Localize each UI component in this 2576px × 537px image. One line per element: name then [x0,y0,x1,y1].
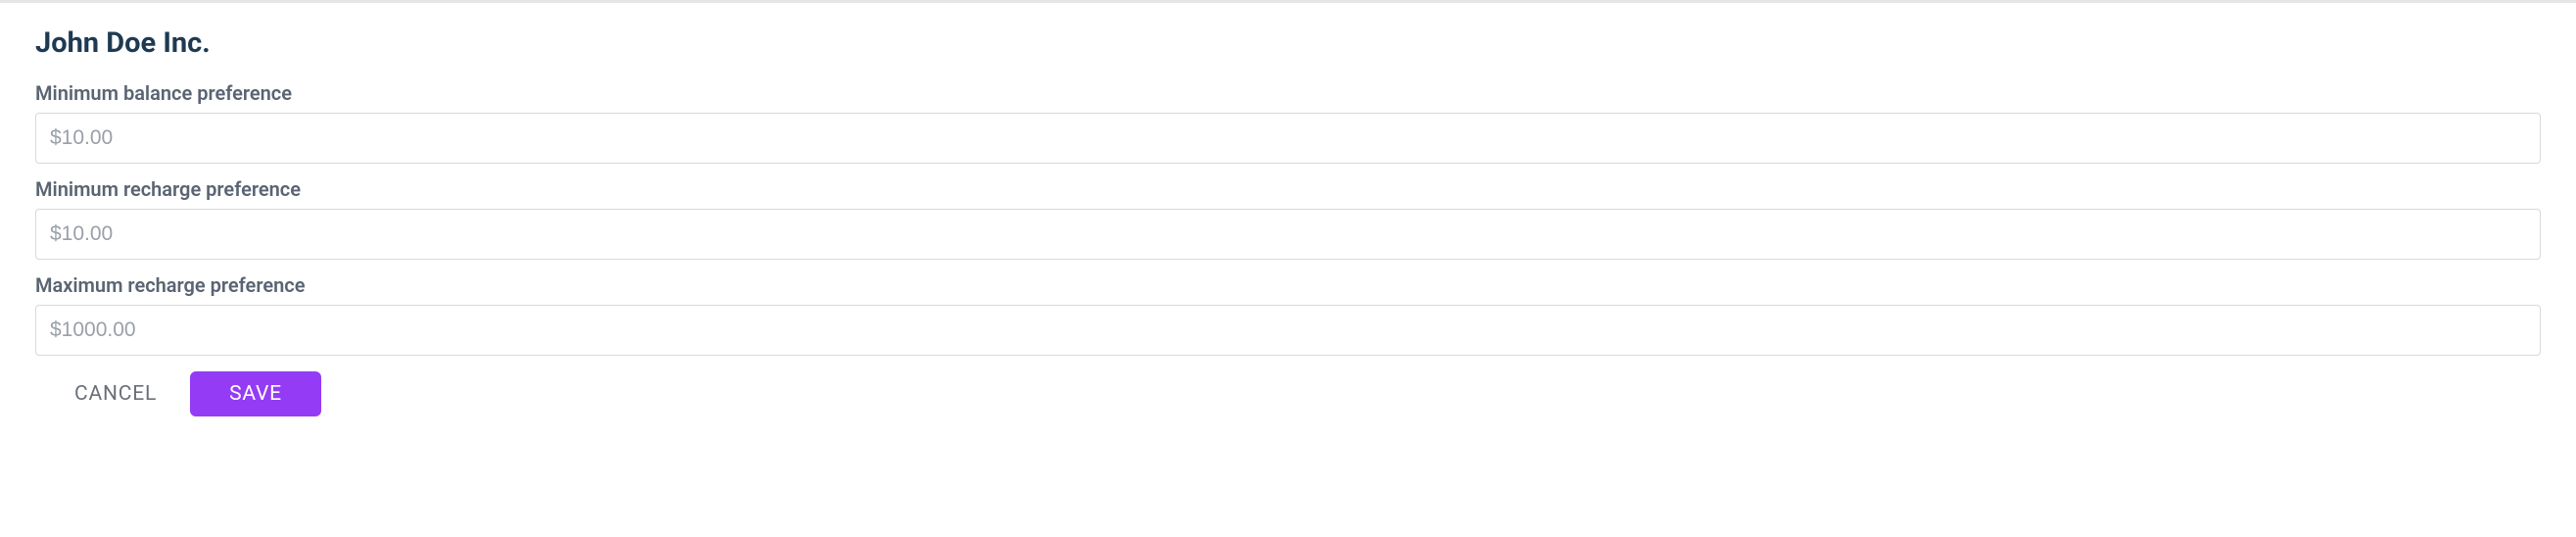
minimum-balance-group: Minimum balance preference [35,81,2541,164]
button-row: CANCEL SAVE [35,371,2541,416]
save-button[interactable]: SAVE [190,371,321,416]
maximum-recharge-input[interactable] [35,305,2541,356]
minimum-balance-input[interactable] [35,113,2541,164]
minimum-recharge-label: Minimum recharge preference [35,177,2541,201]
maximum-recharge-label: Maximum recharge preference [35,273,2541,297]
form-container: John Doe Inc. Minimum balance preference… [0,3,2576,440]
page-title: John Doe Inc. [35,26,2541,60]
maximum-recharge-group: Maximum recharge preference [35,273,2541,356]
minimum-recharge-group: Minimum recharge preference [35,177,2541,260]
cancel-button[interactable]: CANCEL [67,371,165,416]
minimum-recharge-input[interactable] [35,209,2541,260]
minimum-balance-label: Minimum balance preference [35,81,2541,105]
